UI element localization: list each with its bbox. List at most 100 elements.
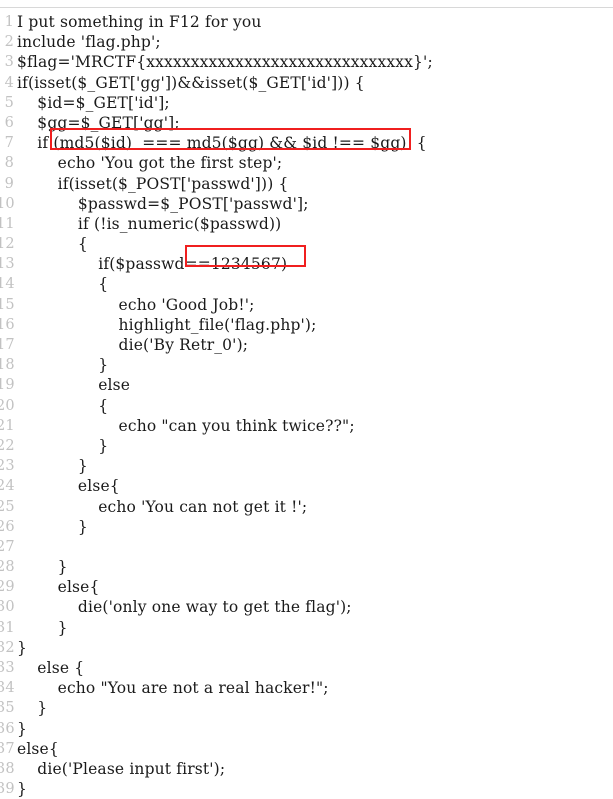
line-content: include 'flag.php';	[17, 33, 161, 52]
line-number: 2	[4, 34, 14, 51]
code-line[interactable]: 17 die('By Retr_0');	[0, 335, 613, 355]
code-line[interactable]: 32}	[0, 638, 613, 658]
code-line[interactable]: 14 {	[0, 274, 613, 294]
code-line[interactable]: 38 die('Please input first');	[0, 759, 613, 779]
line-number: 9	[4, 175, 14, 192]
line-number: 15	[0, 296, 14, 313]
line-content: }	[17, 699, 48, 718]
code-line[interactable]: 13 if($passwd==1234567)	[0, 254, 613, 274]
line-content: die('By Retr_0');	[17, 336, 249, 354]
code-line[interactable]: 26 }	[0, 517, 613, 537]
line-number: 30	[0, 599, 14, 616]
line-number: 33	[0, 660, 14, 676]
line-content: $flag='MRCTF{xxxxxxxxxxxxxxxxxxxxxxxxxxx…	[17, 53, 433, 72]
code-line[interactable]: 10 $passwd=$_POST['passwd'];	[0, 194, 613, 214]
line-content: }	[17, 356, 109, 375]
code-line[interactable]: 24 else{	[0, 476, 613, 496]
code-listing: 1I put something in F12 for you 2 include …	[0, 12, 613, 799]
line-number: 12	[0, 236, 14, 253]
line-number: 7	[4, 135, 14, 152]
line-content: if(isset($_POST['passwd'])) {	[17, 174, 289, 193]
line-content: echo "You are not a real hacker!";	[17, 679, 329, 698]
line-number: 35	[0, 700, 14, 717]
line-number: 3	[4, 54, 14, 71]
line-content: {	[17, 235, 88, 254]
line-content: }	[17, 436, 109, 455]
line-number: 31	[0, 619, 14, 636]
line-number: 8	[4, 155, 14, 172]
line-number: 24	[0, 478, 14, 495]
code-line[interactable]: 3 $flag='MRCTF{xxxxxxxxxxxxxxxxxxxxxxxxxx…	[0, 52, 613, 72]
line-number: 20	[0, 397, 14, 414]
code-line[interactable]: 4 if(isset($_GET['gg'])&&isset($_GET['id'…	[0, 73, 613, 93]
line-number: 5	[4, 94, 14, 111]
code-line[interactable]: 11 if (!is_numeric($passwd))	[0, 214, 613, 234]
line-number: 26	[0, 518, 14, 535]
code-line[interactable]: 20 {	[0, 396, 613, 416]
line-number: 27	[0, 538, 14, 555]
code-viewer[interactable]: 1I put something in F12 for you 2 include …	[0, 0, 613, 798]
line-number: 32	[0, 639, 14, 656]
line-content: }	[17, 719, 28, 738]
code-line[interactable]: 6 $gg=$_GET['gg'];	[0, 113, 613, 133]
line-number: 21	[0, 417, 14, 434]
line-number: 25	[0, 498, 14, 515]
line-number: 36	[0, 720, 14, 737]
line-content: else {	[17, 659, 85, 677]
code-line[interactable]: 33 else {	[0, 658, 613, 678]
code-line[interactable]: 27	[0, 537, 613, 557]
code-line[interactable]: 30 die('only one way to get the flag');	[0, 597, 613, 617]
code-line[interactable]: 23 }	[0, 456, 613, 476]
code-line[interactable]: 35 }	[0, 698, 613, 718]
line-content: if (!is_numeric($passwd))	[17, 214, 282, 233]
code-line[interactable]: 15 echo 'Good Job!';	[0, 295, 613, 315]
code-line[interactable]: 18 }	[0, 355, 613, 375]
line-number: 39	[0, 781, 14, 798]
line-number: 14	[0, 276, 14, 293]
line-content: echo 'You can not get it !';	[17, 497, 308, 516]
line-number: 22	[0, 437, 14, 454]
line-number: 23	[0, 458, 14, 475]
code-line[interactable]: 7 if (md5($id) === md5($gg) && $id !== $…	[0, 133, 613, 153]
code-line[interactable]: 19 else	[0, 375, 613, 395]
line-content: else{	[17, 477, 120, 496]
line-number: 1	[4, 14, 14, 30]
line-content: highlight_file('flag.php');	[17, 315, 317, 334]
code-line[interactable]: 8 echo 'You got the first step';	[0, 153, 613, 173]
line-number: 13	[0, 256, 14, 273]
code-line[interactable]: 39}	[0, 779, 613, 799]
code-line[interactable]: 31 }	[0, 618, 613, 638]
line-content: else	[17, 376, 131, 395]
code-line[interactable]: 34 echo "You are not a real hacker!";	[0, 678, 613, 698]
line-number: 18	[0, 357, 14, 374]
code-line[interactable]: 12 {	[0, 234, 613, 254]
line-content: echo 'You got the first step';	[17, 154, 283, 173]
line-content: }	[17, 780, 28, 799]
code-line[interactable]: 29 else{	[0, 577, 613, 597]
line-content: }	[17, 618, 68, 637]
code-line[interactable]: 2 include 'flag.php';	[0, 32, 613, 52]
code-line[interactable]: 25 echo 'You can not get it !';	[0, 497, 613, 517]
line-number: 4	[4, 74, 14, 91]
code-line[interactable]: 21 echo "can you think twice??";	[0, 416, 613, 436]
code-line[interactable]: 9 if(isset($_POST['passwd'])) {	[0, 174, 613, 194]
code-line[interactable]: 16 highlight_file('flag.php');	[0, 315, 613, 335]
line-content: die('Please input first');	[17, 759, 226, 778]
code-line[interactable]: 22 }	[0, 436, 613, 456]
code-line[interactable]: 28 }	[0, 557, 613, 577]
line-number: 38	[0, 760, 14, 777]
line-content: if(isset($_GET['gg'])&&isset($_GET['id']…	[17, 73, 365, 92]
line-content: }	[17, 517, 88, 536]
line-content: }	[17, 457, 88, 476]
line-content: I put something in F12 for you	[17, 13, 262, 31]
line-content: die('only one way to get the flag');	[17, 598, 352, 617]
line-number: 29	[0, 579, 14, 596]
code-line[interactable]: 5 $id=$_GET['id'];	[0, 93, 613, 113]
code-line[interactable]: 1I put something in F12 for you	[0, 12, 613, 32]
code-line[interactable]: 37 else{	[0, 739, 613, 759]
code-line[interactable]: 36}	[0, 719, 613, 739]
line-number: 28	[0, 559, 14, 576]
line-number: 34	[0, 680, 14, 697]
top-divider-rule	[0, 7, 613, 8]
line-content: echo "can you think twice??";	[17, 416, 355, 435]
